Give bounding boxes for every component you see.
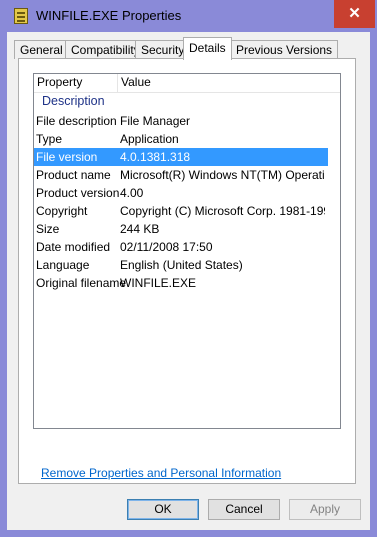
table-row[interactable]: Language English (United States) [34,256,328,274]
column-header-value[interactable]: Value [118,74,340,92]
file-cabinet-icon [14,8,28,24]
tab-previous-versions[interactable]: Previous Versions [230,40,339,59]
property-value: 4.0.1381.318 [120,150,191,164]
column-header-property[interactable]: Property [34,74,118,92]
tab-compatibility[interactable]: Compatibility [65,40,146,59]
tab-general[interactable]: General [14,40,69,59]
window-title: WINFILE.EXE Properties [36,8,182,23]
cancel-button[interactable]: Cancel [208,499,280,520]
property-value: 4.00 [120,186,144,200]
table-row[interactable]: Date modified 02/11/2008 17:50 [34,238,328,256]
property-value: 244 KB [120,222,160,236]
close-button[interactable]: ✕ [334,0,375,28]
property-value: Microsoft(R) Windows NT(TM) Operatin... [120,168,325,182]
property-name: Size [36,222,60,236]
property-value: Application [120,132,179,146]
tab-details[interactable]: Details [183,37,232,60]
property-value: English (United States) [120,258,243,272]
list-header: Property Value [34,74,340,93]
property-name: Product version [36,186,120,200]
property-name: Copyright [36,204,88,218]
table-row[interactable]: Copyright Copyright (C) Microsoft Corp. … [34,202,328,220]
property-name: Original filename [36,276,127,290]
table-row[interactable]: Type Application [34,130,328,148]
property-value: File Manager [120,114,191,128]
group-description[interactable]: Description [42,94,105,108]
property-name: Language [36,258,90,272]
property-value: 02/11/2008 17:50 [120,240,213,254]
apply-button[interactable]: Apply [289,499,361,520]
property-name: Date modified [36,240,111,254]
ok-button[interactable]: OK [127,499,199,520]
properties-window: WINFILE.EXE Properties ✕ General Compati… [0,0,377,537]
property-value: Copyright (C) Microsoft Corp. 1981-1996 [120,204,325,218]
table-row[interactable]: Product name Microsoft(R) Windows NT(TM)… [34,166,328,184]
dialog-body: General Compatibility Security Details P… [7,32,370,530]
details-list[interactable]: Property Value Description File descript… [33,73,341,429]
table-row[interactable]: Original filename WINFILE.EXE [34,274,328,292]
table-row[interactable]: File description File Manager [34,112,328,130]
remove-properties-link[interactable]: Remove Properties and Personal Informati… [41,466,281,480]
details-panel: Property Value Description File descript… [18,58,356,484]
property-value: WINFILE.EXE [120,276,197,290]
property-name: Type [36,132,63,146]
table-row-selected[interactable]: File version 4.0.1381.318 [34,148,328,166]
property-name: File version [36,150,98,164]
property-name: File description [36,114,117,128]
table-row[interactable]: Size 244 KB [34,220,328,238]
property-name: Product name [36,168,111,182]
table-row[interactable]: Product version 4.00 [34,184,328,202]
title-bar[interactable]: WINFILE.EXE Properties ✕ [0,0,377,32]
